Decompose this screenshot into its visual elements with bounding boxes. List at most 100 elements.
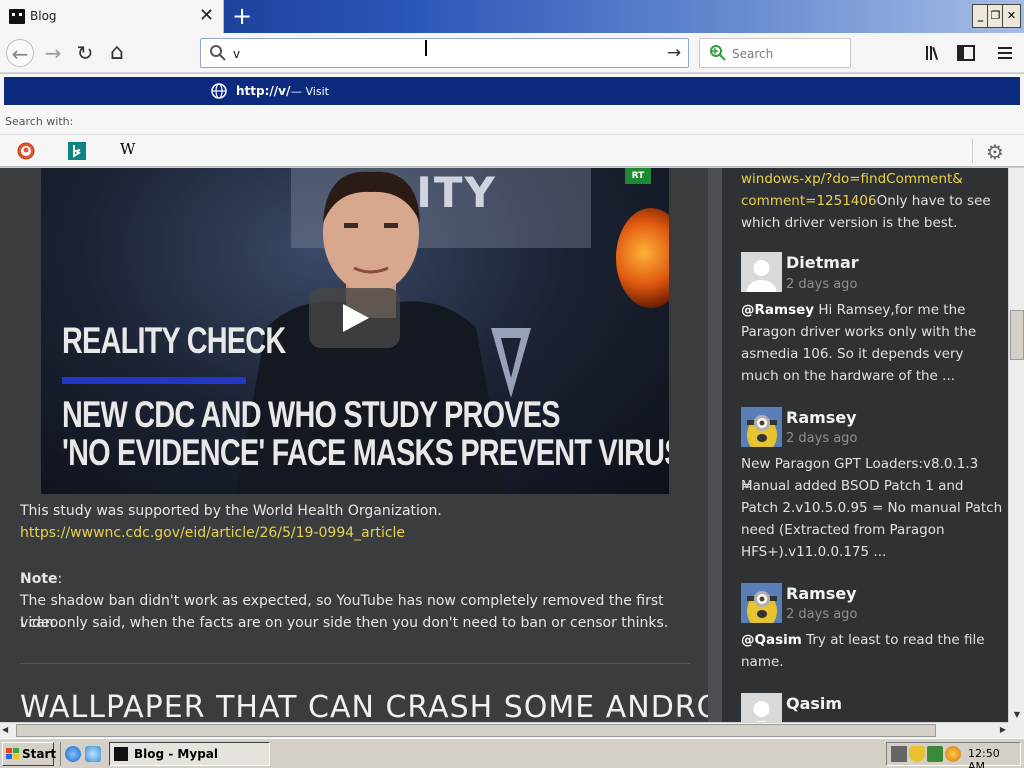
horizontal-scroll-thumb[interactable] (16, 724, 936, 737)
duckduckgo-icon[interactable] (16, 141, 36, 161)
avatar[interactable] (741, 693, 782, 722)
comment-author[interactable]: Qasim (786, 694, 842, 713)
navigation-toolbar: ← → ↻ ⌂ v → Search (0, 33, 1024, 73)
scroll-down-arrow-icon[interactable]: ▼ (1010, 708, 1024, 722)
comment-text-line: need (Extracted from Paragon (741, 522, 945, 538)
comment-text-line: @Ramsey Hi Ramsey,for me the (741, 302, 966, 318)
comment-date: 2 days ago (786, 277, 858, 292)
url-suggestion-row[interactable]: http://v/ — Visit (4, 77, 1020, 105)
vertical-scroll-thumb[interactable] (1010, 310, 1024, 360)
note-line-2: I can only said, when the facts are on y… (20, 615, 669, 631)
comment-date: 2 days ago (786, 607, 858, 622)
comment-top-line-2: comment=1251406Only have to see (741, 193, 991, 209)
horizontal-scrollbar[interactable]: ◀ ▶ (0, 722, 1008, 738)
bing-icon[interactable] (67, 141, 87, 161)
comment-text-line: name. (741, 654, 784, 670)
comment-top-line-1: windows-xp/?do=findComment& (741, 171, 963, 187)
search-engines-row: W ⚙ (0, 134, 1024, 167)
network-icon[interactable] (927, 746, 943, 762)
library-icon[interactable] (922, 42, 946, 64)
comment-author[interactable]: Ramsey (786, 584, 857, 603)
system-tray: 12:50 AM (886, 742, 1021, 768)
start-label: Start (22, 747, 57, 761)
comment-text-line: Patch 2.v10.5.0.95 = No manual Patch (741, 500, 1003, 516)
search-placeholder: Search (732, 47, 774, 61)
comment-text-line: much on the hardware of the ... (741, 368, 956, 384)
show-desktop-icon[interactable] (85, 746, 101, 762)
address-bar[interactable]: v → (200, 38, 689, 68)
note-heading: Note: (20, 571, 63, 587)
scrollbar-corner (1008, 722, 1024, 738)
play-button[interactable] (309, 288, 400, 348)
article-cdc-link[interactable]: https://wwwnc.cdc.gov/eid/article/26/5/1… (20, 522, 405, 544)
address-input-value[interactable]: v (233, 47, 240, 61)
text-cursor-icon (425, 40, 427, 56)
clock: 12:50 AM (968, 747, 1000, 768)
comment-text-line: asmedia 106. So it depends very (741, 346, 964, 362)
comment-text-line: Manual added BSOD Patch 1 and (741, 478, 964, 494)
column-divider (708, 168, 722, 722)
vertical-scrollbar[interactable]: ▼ (1008, 168, 1024, 722)
suggestion-url: http://v/ (236, 84, 291, 98)
article-divider (20, 663, 690, 664)
home-button[interactable]: ⌂ (103, 39, 131, 67)
search-icon (210, 45, 226, 61)
internet-explorer-icon[interactable] (65, 746, 81, 762)
comment-date: 2 days ago (786, 431, 858, 446)
url-suggestions-panel: http://v/ — Visit Search with: W ⚙ (0, 74, 1024, 167)
scroll-right-arrow-icon[interactable]: ▶ (1000, 723, 1006, 737)
suggestion-action: — Visit (291, 85, 329, 98)
reload-button[interactable]: ↻ (71, 39, 99, 67)
default-avatar-icon (746, 260, 777, 292)
menu-icon[interactable] (993, 42, 1017, 64)
next-article-title[interactable]: WALLPAPER THAT CAN CRASH SOME ANDROID (20, 690, 755, 722)
avatar[interactable] (741, 583, 782, 623)
forward-button[interactable]: → (39, 39, 67, 67)
rt-badge: RT (625, 168, 651, 184)
search-box[interactable]: Search (699, 38, 851, 68)
window-close-button[interactable]: ✕ (1002, 4, 1021, 28)
globe-icon (211, 83, 227, 99)
video-reality-check: REALITY CHECK (62, 320, 286, 361)
search-engine-icon (710, 45, 726, 61)
security-shield-icon[interactable] (909, 746, 925, 762)
taskbar-window-button[interactable]: Blog - Mypal (109, 742, 270, 766)
comment-author[interactable]: Ramsey (786, 408, 857, 427)
search-tray-icon[interactable] (945, 746, 961, 762)
comment-text-line: Paragon driver works only with the (741, 324, 977, 340)
tab-close-icon[interactable]: ✕ (199, 6, 214, 26)
taskbar-window-label: Blog - Mypal (134, 747, 218, 761)
engines-divider (972, 139, 973, 163)
back-button[interactable]: ← (6, 39, 34, 67)
new-tab-button[interactable]: + (229, 2, 255, 30)
windows-flag-icon (6, 748, 19, 759)
keyboard-icon[interactable] (891, 746, 907, 762)
avatar[interactable] (741, 407, 782, 447)
tab-blog[interactable]: Blog ✕ (0, 0, 224, 33)
quick-launch (60, 742, 106, 766)
page-content: ALITY RT REALITY CHECK NEW CDC AND WHO S… (0, 168, 1008, 722)
minion-avatar-icon (741, 583, 782, 623)
wikipedia-icon[interactable]: W (120, 140, 140, 160)
video-headline-2: 'NO EVIDENCE' FACE MASKS PREVENT VIRUS (62, 432, 669, 473)
minion-avatar-icon (741, 407, 782, 447)
default-avatar-icon (753, 701, 770, 722)
comment-text-line: HFS+).v11.0.0.175 ... (741, 544, 887, 560)
scroll-left-arrow-icon[interactable]: ◀ (2, 723, 8, 737)
sidebar-toggle-icon[interactable] (954, 42, 978, 64)
video-headline-1: NEW CDC AND WHO STUDY PROVES (62, 394, 560, 435)
comment-text-line: @Qasim Try at least to read the file (741, 632, 985, 648)
comments-sidebar: windows-xp/?do=findComment& comment=1251… (722, 168, 1008, 722)
search-settings-gear-icon[interactable]: ⚙ (986, 140, 1004, 164)
main-column: ALITY RT REALITY CHECK NEW CDC AND WHO S… (0, 168, 754, 722)
avatar[interactable] (741, 252, 782, 292)
start-button[interactable]: Start (2, 742, 57, 766)
taskbar: Start Blog - Mypal 12:50 AM (0, 738, 1024, 768)
tab-strip: Blog ✕ + _ ❐ ✕ (0, 0, 1024, 33)
blog-favicon-icon (9, 9, 25, 24)
embedded-video[interactable]: ALITY RT REALITY CHECK NEW CDC AND WHO S… (41, 168, 669, 494)
search-with-label: Search with: (5, 115, 74, 128)
video-accent-bar (62, 377, 246, 384)
go-arrow-button[interactable]: → (664, 43, 684, 63)
comment-author[interactable]: Dietmar (786, 253, 859, 272)
